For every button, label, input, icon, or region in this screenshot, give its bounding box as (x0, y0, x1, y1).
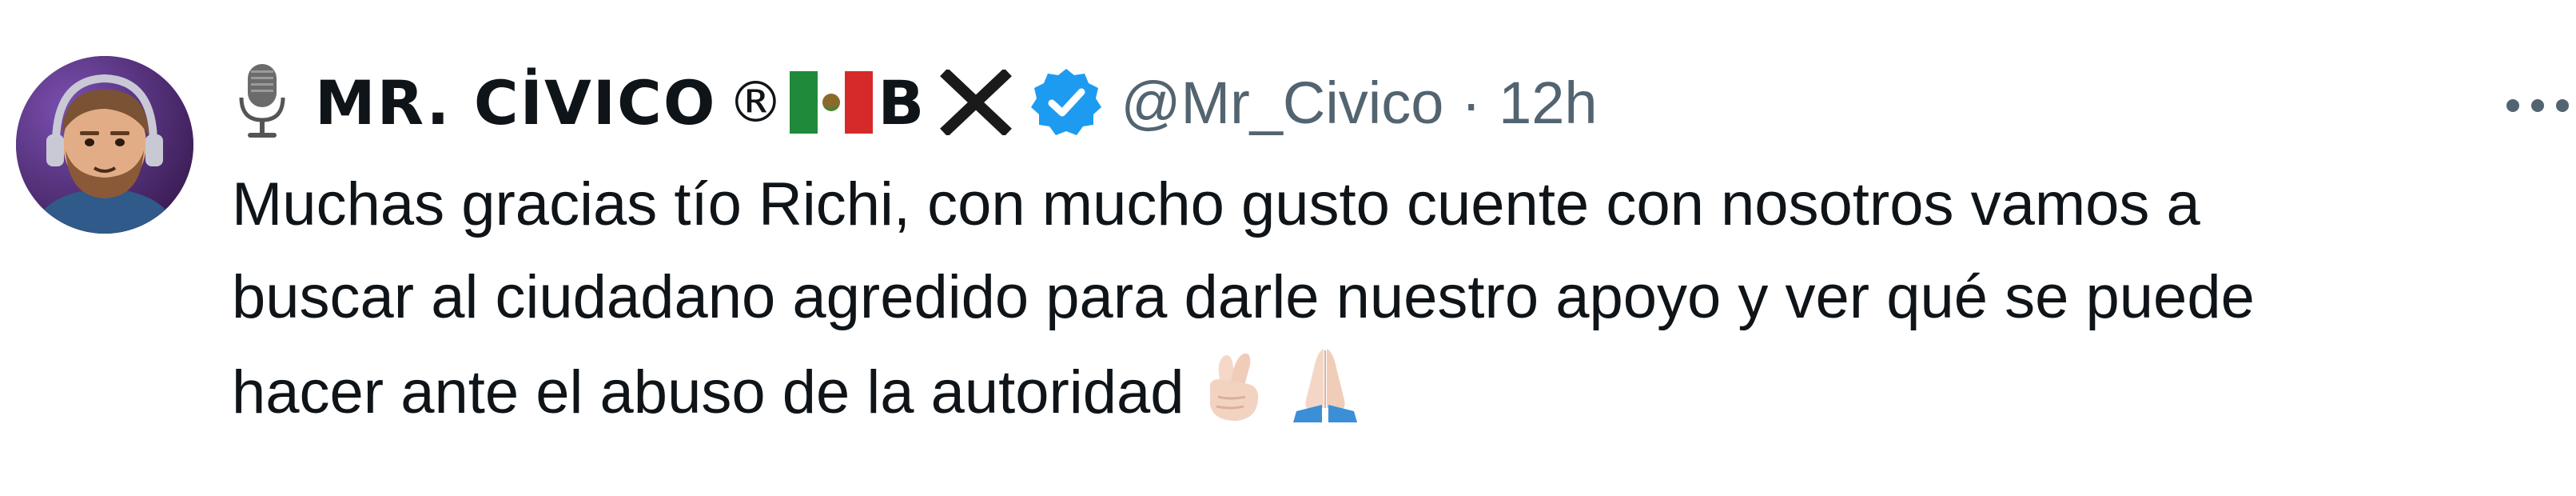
tweet-header: MR. CİVICO ® B @Mr_Civico · 12h (232, 54, 1598, 150)
mexico-flag-icon (790, 71, 874, 134)
tweet-text-line-last: hacer ante el abuso de la autoridad (232, 344, 2550, 439)
timestamp[interactable]: 12h (1499, 69, 1597, 137)
tweet-text-line: Muchas gracias tío Richi, con mucho gust… (232, 170, 2200, 238)
separator-dot: · (1461, 69, 1482, 136)
more-options-icon[interactable] (2502, 90, 2574, 122)
tweet[interactable]: MR. CİVICO ® B @Mr_Civico · 12h Muchas g… (0, 0, 2576, 496)
folded-hands-icon (1292, 349, 1357, 422)
avatar-image (16, 56, 193, 234)
display-name-suffix: B (878, 66, 925, 138)
author-handle[interactable]: @Mr_Civico (1121, 69, 1443, 137)
registered-mark: ® (727, 70, 784, 135)
tweet-text: Muchas gracias tío Richi, con mucho gust… (232, 158, 2550, 439)
crossed-fingers-icon (1209, 353, 1258, 421)
avatar[interactable] (16, 56, 193, 234)
display-name[interactable]: MR. CİVICO (315, 67, 716, 138)
tweet-text-line: buscar al ciudadano agredido para darle … (232, 263, 2255, 331)
verified-badge-icon (1031, 69, 1102, 135)
tweet-text-line: hacer ante el abuso de la autoridad (232, 358, 1184, 426)
cross-mark-icon (940, 70, 1013, 135)
microphone-icon (239, 64, 285, 138)
